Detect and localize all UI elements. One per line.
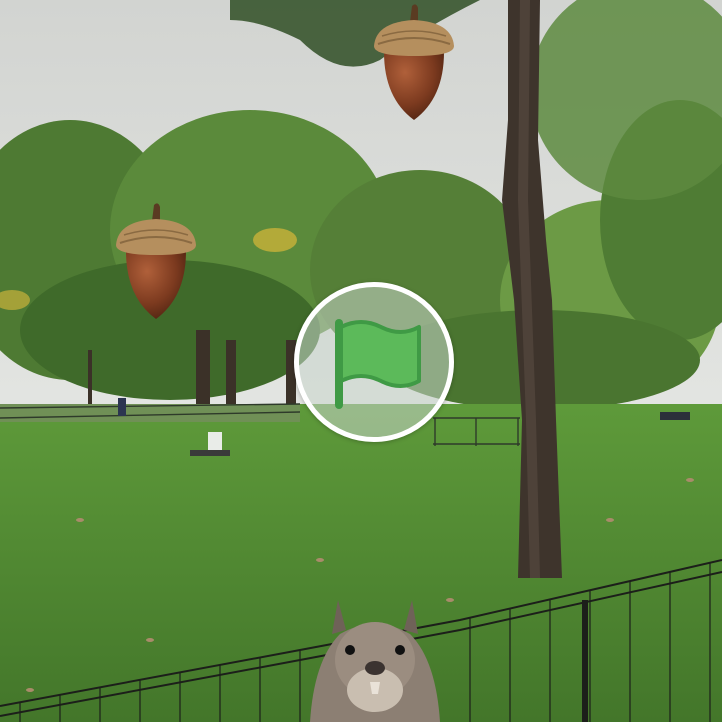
start-flag-button[interactable]: [294, 282, 454, 442]
acorn-icon: [116, 203, 196, 319]
game-stage[interactable]: [0, 0, 722, 722]
acorn-icon: [374, 4, 454, 120]
green-flag-icon: [335, 319, 421, 409]
squirrel-player[interactable]: [300, 590, 450, 722]
